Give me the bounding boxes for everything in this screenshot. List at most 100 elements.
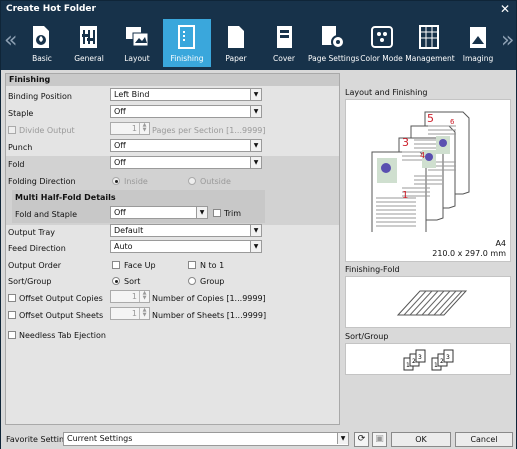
copies-stepper[interactable]: 1 ▲ ▼ [110,290,150,303]
needless-tab-checkbox[interactable] [8,331,16,339]
needless-tab-row: Needless Tab Ejection [6,327,339,344]
title-bar: Create Hot Folder ✕ [1,1,516,18]
management-icon [419,25,439,49]
divide-output-checkbox[interactable] [8,126,16,134]
chevron-down-icon: ▼ [250,140,261,151]
paper-dimensions: 210.0 x 297.0 mm [432,249,506,258]
chevron-down-icon: ▼ [250,106,261,117]
sort-group-preview: 123 123 [345,343,511,375]
page-number-5: 5 [427,112,434,125]
save-favorite-button[interactable]: ▣ [372,432,387,447]
tab-paper[interactable]: Paper [213,19,259,67]
chevron-down-icon: ▼ [250,241,261,252]
svg-text:1: 1 [434,362,438,369]
n-to-1-checkbox[interactable] [188,261,196,269]
tab-imaging[interactable]: Imaging [457,19,499,67]
layout-preview: 1 3 4 5 6 A4 210.0 x 297.0 mm [345,99,511,262]
page-stack-preview: 1 3 4 5 6 [371,111,470,232]
imaging-icon [470,27,486,48]
trim-checkbox[interactable] [213,209,221,217]
chevron-down-icon: ▼ [250,157,261,168]
sort-group-row: Sort/Group Sort Group [8,277,225,286]
paper-size: A4 [495,239,506,248]
scroll-right-icon[interactable]: » [501,30,514,52]
tab-finishing[interactable]: Finishing [163,19,211,67]
offset-copies-checkbox[interactable] [8,294,16,302]
page-number-3: 3 [402,136,409,149]
finishing-heading: Finishing [6,74,339,86]
group-radio[interactable] [188,277,196,285]
refresh-button[interactable]: ⟳ [354,432,369,447]
finishing-icon [178,25,195,49]
tab-basic[interactable]: Basic [20,19,64,67]
favorite-setting-select[interactable]: Current Settings ▼ [63,432,349,446]
cover-icon [277,26,292,48]
svg-text:3: 3 [418,354,422,361]
page-settings-icon [322,26,345,49]
finishing-fold-label: Finishing-Fold [345,265,400,274]
svg-text:1: 1 [406,362,410,369]
fold-lines-icon [396,290,468,316]
chevron-down-icon: ▼ [337,433,348,444]
basic-icon [33,26,49,48]
staple-row: Staple Off ▼ [6,105,339,122]
preview-panel: Layout and Finishing 1 3 4 5 6 A4 210.0 … [342,83,514,425]
layout-finishing-label: Layout and Finishing [345,88,428,97]
sort-stacks-icon: 123 123 [403,349,454,371]
multi-half-fold-group: Multi Half-Fold Details Fold and Staple … [12,190,265,223]
page-number-1: 1 [402,190,408,201]
staple-select[interactable]: Off ▼ [110,105,262,118]
color-mode-icon [370,26,393,48]
offset-sheets-row: Offset Output Sheets 1 ▲ ▼ Number of Sheet… [6,307,339,324]
window-title: Create Hot Folder [6,4,96,14]
tab-management[interactable]: Management [405,19,455,67]
sheets-stepper[interactable]: 1 ▲ ▼ [110,307,150,320]
tab-cover[interactable]: Cover [261,19,307,67]
fold-select[interactable]: Off ▼ [110,156,262,169]
fold-and-staple-select[interactable]: Off ▼ [110,206,208,219]
general-icon [80,26,97,48]
cancel-button[interactable]: Cancel [455,432,513,447]
sort-group-preview-label: Sort/Group [345,332,389,341]
outside-radio[interactable] [188,177,196,185]
create-hot-folder-dialog: Create Hot Folder ✕ « Basic General Layo… [0,0,517,449]
output-order-row: Output Order Face Up N to 1 [8,261,225,270]
binding-position-select[interactable]: Left Bind ▼ [110,88,262,101]
page-number-6: 6 [450,118,455,126]
inside-radio[interactable] [112,177,120,185]
tab-page-settings[interactable]: Page Settings [308,19,359,67]
chevron-down-icon: ▼ [250,89,261,100]
ok-button[interactable]: OK [391,432,451,447]
feed-direction-row: Feed Direction Auto ▼ [6,240,339,257]
chevron-down-icon: ▼ [250,225,261,236]
pages-per-section-stepper[interactable]: 1 ▲ ▼ [110,122,150,135]
refresh-icon: ⟳ [357,434,366,444]
offset-copies-row: Offset Output Copies 1 ▲ ▼ Number of Copie… [6,290,339,307]
chevron-down-icon: ▼ [196,207,207,218]
output-tray-select[interactable]: Default ▼ [110,224,262,237]
offset-sheets-checkbox[interactable] [8,311,16,319]
binding-row: Binding Position Left Bind ▼ [6,88,339,105]
punch-row: Punch Off ▼ [6,139,339,156]
face-up-checkbox[interactable] [112,261,120,269]
fold-group: Fold Off ▼ Folding Direction Inside Outsi… [6,156,339,225]
output-tray-row: Output Tray Default ▼ [6,224,339,241]
tab-bar: « Basic General Layout Finishing Paper C… [1,18,516,70]
sort-radio[interactable] [112,277,120,285]
save-icon: ▣ [375,434,384,444]
fold-preview [345,276,511,328]
paper-icon [228,26,244,48]
svg-text:3: 3 [446,354,450,361]
divide-output-row: Divide Output 1 ▲ ▼ Pages per Section [1..… [6,122,339,139]
close-icon[interactable]: ✕ [500,2,510,16]
tab-general[interactable]: General [66,19,112,67]
svg-text:2: 2 [412,358,416,365]
scroll-left-icon[interactable]: « [4,30,17,52]
svg-text:2: 2 [440,358,444,365]
footer: Favorite Setting Current Settings ▼ ⟳ ▣ O… [1,429,516,449]
favorite-setting-label: Favorite Setting [6,435,70,444]
punch-select[interactable]: Off ▼ [110,139,262,152]
tab-color-mode[interactable]: Color Mode [360,19,403,67]
tab-layout[interactable]: Layout [114,19,160,67]
feed-direction-select[interactable]: Auto ▼ [110,240,262,253]
